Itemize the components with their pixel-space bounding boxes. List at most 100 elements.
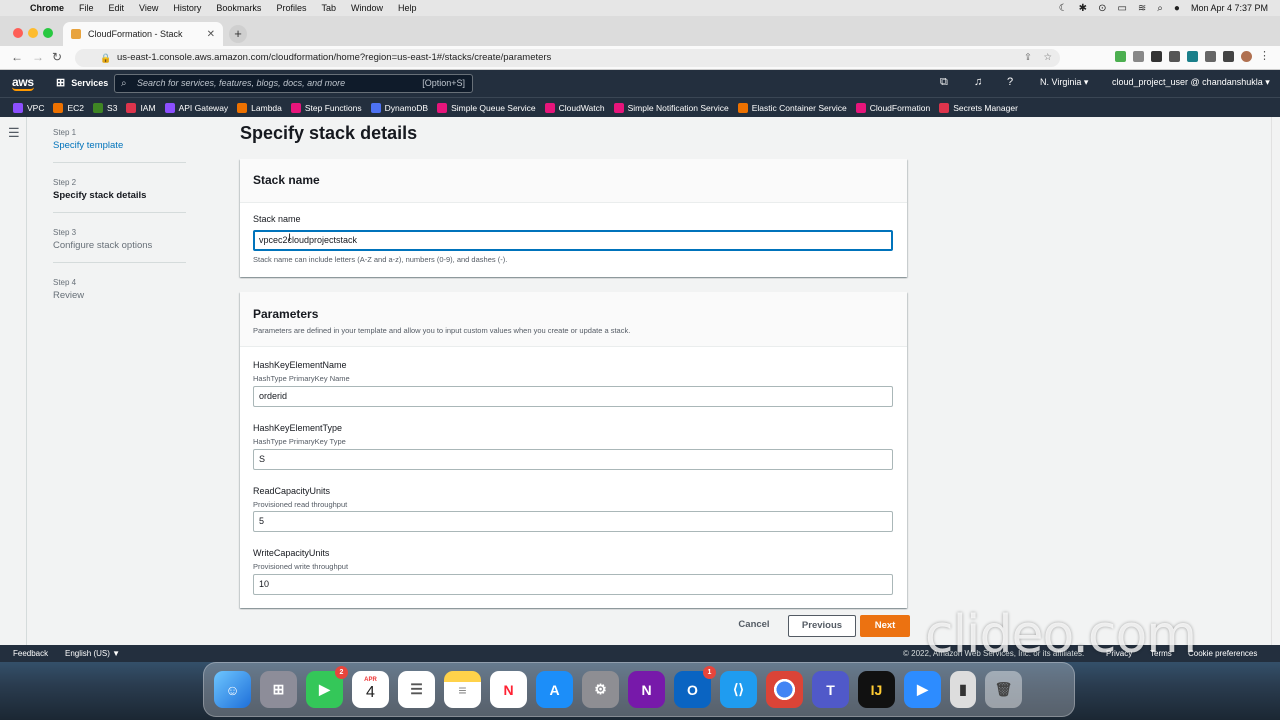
favorite-sns[interactable]: Simple Notification Service: [613, 102, 729, 113]
hash-key-element-name-input[interactable]: orderid: [253, 386, 893, 407]
bluetooth-icon[interactable]: ✱: [1079, 3, 1087, 14]
reminders-icon[interactable]: ☰: [398, 671, 435, 708]
step-functions-icon: [290, 102, 301, 113]
language-selector[interactable]: English (US) ▼: [65, 645, 120, 662]
reload-icon[interactable]: ↻: [52, 50, 62, 64]
menu-app-name[interactable]: Chrome: [30, 3, 64, 13]
window-zoom-icon[interactable]: [43, 28, 53, 38]
menu-profiles[interactable]: Profiles: [276, 3, 306, 13]
cookie-preferences-link[interactable]: Cookie preferences: [1188, 645, 1257, 662]
launchpad-icon[interactable]: ⊞: [260, 671, 297, 708]
side-panel-icon[interactable]: [1223, 51, 1234, 62]
extensions-puzzle-icon[interactable]: [1205, 51, 1216, 62]
dnd-moon-icon[interactable]: ☾: [1059, 3, 1068, 14]
services-menu-button[interactable]: ⊞ Services: [56, 76, 108, 89]
favorite-ec2[interactable]: EC2: [53, 102, 84, 113]
hash-key-element-type-input[interactable]: S: [253, 449, 893, 470]
bookmark-star-icon[interactable]: ☆: [1043, 49, 1052, 67]
siri-icon[interactable]: ●: [1174, 3, 1180, 14]
profile-avatar[interactable]: [1241, 51, 1252, 62]
news-icon[interactable]: N: [490, 671, 527, 708]
facetime-icon[interactable]: ▶ 2: [306, 666, 348, 708]
wizard-step-1[interactable]: Step 1 Specify template: [53, 128, 186, 163]
cancel-button[interactable]: Cancel: [733, 615, 775, 637]
feedback-link[interactable]: Feedback: [13, 645, 48, 662]
extension-icon[interactable]: [1151, 51, 1162, 62]
lock-icon[interactable]: 🔒: [100, 49, 111, 67]
extension-icon[interactable]: [1187, 51, 1198, 62]
favorite-api-gateway[interactable]: API Gateway: [164, 102, 228, 113]
help-icon[interactable]: ?: [1007, 76, 1013, 88]
extension-icon[interactable]: [1133, 51, 1144, 62]
extension-icon[interactable]: [1169, 51, 1180, 62]
zoom-icon[interactable]: ▶: [904, 671, 941, 708]
notes-icon[interactable]: ≡: [444, 671, 481, 708]
menu-clock[interactable]: Mon Apr 4 7:37 PM: [1191, 3, 1268, 13]
vpc-icon: [13, 102, 23, 113]
favorite-iam[interactable]: IAM: [126, 102, 156, 113]
next-button[interactable]: Next: [860, 615, 910, 637]
chrome-icon[interactable]: [766, 671, 803, 708]
favorite-cloudwatch[interactable]: CloudWatch: [544, 102, 605, 113]
downloads-stack-icon[interactable]: ▮: [950, 671, 976, 708]
share-icon[interactable]: ⇪: [1024, 49, 1032, 67]
back-arrow-icon[interactable]: ←: [11, 50, 23, 64]
favorite-sqs[interactable]: Simple Queue Service: [437, 102, 536, 113]
menu-tab[interactable]: Tab: [321, 3, 336, 13]
calendar-icon[interactable]: APR 4: [352, 671, 389, 708]
favorite-label: Elastic Container Service: [751, 102, 847, 113]
teams-icon[interactable]: T: [812, 671, 849, 708]
window-close-icon[interactable]: [13, 28, 23, 38]
favorite-vpc[interactable]: VPC: [13, 102, 44, 113]
region-selector[interactable]: N. Virginia ▾: [1040, 77, 1088, 88]
control-center-icon[interactable]: ⊙: [1098, 3, 1106, 14]
favorite-ecs[interactable]: Elastic Container Service: [737, 102, 847, 113]
cloudshell-icon[interactable]: ⧉: [940, 76, 948, 89]
write-capacity-units-input[interactable]: 10: [253, 574, 893, 595]
url-bar[interactable]: 🔒 us-east-1.console.aws.amazon.com/cloud…: [75, 49, 1060, 67]
intellij-icon[interactable]: IJ: [858, 671, 895, 708]
outlook-icon[interactable]: O1: [674, 666, 716, 708]
aws-logo[interactable]: aws: [12, 75, 34, 91]
menu-file[interactable]: File: [79, 3, 94, 13]
aws-search-input[interactable]: ⌕ Search for services, features, blogs, …: [114, 74, 473, 93]
menu-edit[interactable]: Edit: [109, 3, 125, 13]
menu-bookmarks[interactable]: Bookmarks: [216, 3, 261, 13]
favorite-lambda[interactable]: Lambda: [237, 102, 282, 113]
favorite-cloudformation[interactable]: CloudFormation: [855, 102, 930, 113]
chrome-menu-icon[interactable]: ⋮: [1259, 51, 1270, 62]
window-minimize-icon[interactable]: [28, 28, 38, 38]
read-capacity-units-input[interactable]: 5: [253, 511, 893, 532]
system-preferences-icon[interactable]: ⚙: [582, 671, 619, 708]
hamburger-menu-icon[interactable]: ☰: [8, 125, 20, 141]
dynamodb-icon: [370, 102, 381, 113]
favorite-s3[interactable]: S3: [93, 102, 117, 113]
side-nav-divider: [26, 117, 27, 645]
favorite-step-functions[interactable]: Step Functions: [290, 102, 362, 113]
app-store-icon[interactable]: A: [536, 671, 573, 708]
new-tab-icon[interactable]: +: [229, 25, 247, 43]
finder-icon[interactable]: ☺: [214, 671, 251, 708]
menu-history[interactable]: History: [173, 3, 201, 13]
account-menu[interactable]: cloud_project_user @ chandanshukla ▾: [1112, 77, 1270, 88]
wifi-icon[interactable]: ≋: [1138, 3, 1146, 14]
favorite-dynamodb[interactable]: DynamoDB: [370, 102, 428, 113]
extension-icon[interactable]: [1115, 51, 1126, 62]
menu-help[interactable]: Help: [398, 3, 417, 13]
stack-name-input[interactable]: vpcec2cloudprojectstack I: [253, 230, 893, 251]
vscode-icon[interactable]: ⟨⟩: [720, 671, 757, 708]
step-title-link[interactable]: Specify template: [53, 140, 186, 151]
menu-window[interactable]: Window: [351, 3, 383, 13]
battery-icon[interactable]: ▭: [1117, 3, 1126, 14]
tab-close-icon[interactable]: ✕: [207, 29, 215, 40]
notifications-bell-icon[interactable]: ♫: [974, 76, 982, 88]
previous-button[interactable]: Previous: [788, 615, 856, 637]
browser-tab[interactable]: CloudFormation - Stack ✕: [63, 22, 223, 46]
forward-arrow-icon[interactable]: →: [32, 50, 44, 64]
favorite-secrets-manager[interactable]: Secrets Manager: [939, 102, 1018, 113]
spotlight-icon[interactable]: ⌕: [1157, 3, 1163, 14]
menu-view[interactable]: View: [139, 3, 158, 13]
onenote-icon[interactable]: N: [628, 671, 665, 708]
trash-icon[interactable]: 🗑: [985, 671, 1022, 708]
page-scrollbar[interactable]: [1271, 117, 1280, 645]
